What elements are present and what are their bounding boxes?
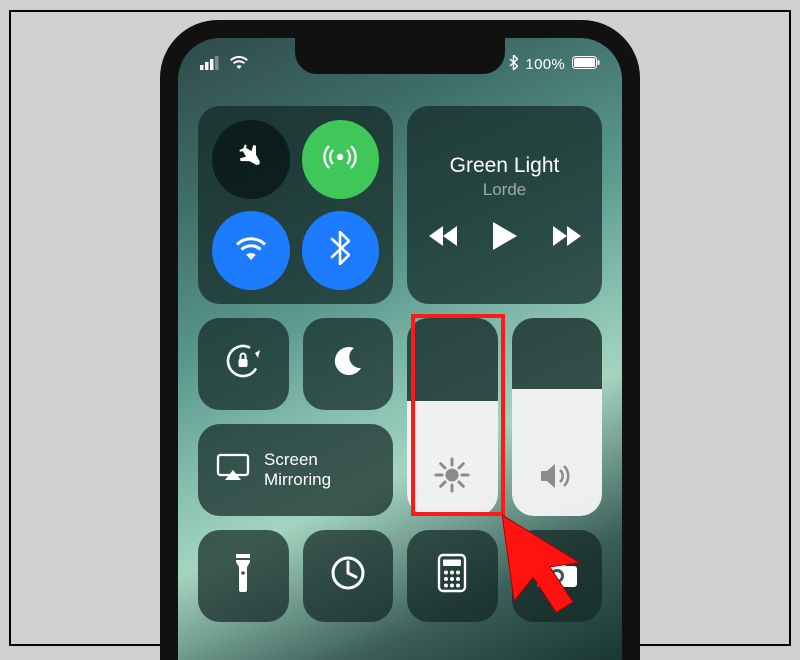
wifi-toggle[interactable]: [212, 211, 290, 290]
bluetooth-status-icon: [509, 55, 518, 74]
calculator-button[interactable]: [407, 530, 498, 622]
cellular-data-toggle[interactable]: [302, 120, 380, 199]
bluetooth-icon: [330, 231, 350, 270]
annotation-arrow: [501, 502, 611, 637]
airplane-icon: [234, 140, 268, 179]
screen-mirroring-button[interactable]: Screen Mirroring: [198, 424, 393, 516]
airplay-icon: [216, 453, 250, 486]
cellular-signal-icon: [200, 56, 222, 74]
orientation-lock-toggle[interactable]: [198, 318, 289, 410]
now-playing-title: Green Light: [450, 154, 560, 178]
wifi-status-icon: [229, 56, 249, 74]
image-frame: 100%: [9, 10, 791, 646]
orientation-lock-icon: [222, 340, 264, 387]
speaker-icon: [538, 459, 576, 498]
battery-percent: 100%: [525, 56, 565, 73]
flashlight-icon: [232, 552, 254, 599]
do-not-disturb-toggle[interactable]: [303, 318, 394, 410]
moon-icon: [331, 344, 365, 383]
screen-mirroring-label: Screen Mirroring: [264, 450, 331, 489]
now-playing-tile[interactable]: Green Light Lorde: [407, 106, 602, 304]
brightness-slider[interactable]: [407, 318, 498, 516]
airplane-mode-toggle[interactable]: [212, 120, 290, 199]
next-track-button[interactable]: [551, 225, 581, 252]
battery-icon: [572, 56, 600, 73]
connectivity-group[interactable]: [198, 106, 393, 304]
volume-slider[interactable]: [512, 318, 603, 516]
play-button[interactable]: [493, 222, 517, 255]
previous-track-button[interactable]: [429, 225, 459, 252]
cellular-antenna-icon: [322, 139, 358, 180]
wifi-icon: [233, 234, 269, 267]
sun-icon: [434, 457, 470, 498]
notch: [295, 38, 505, 74]
calculator-icon: [437, 553, 467, 598]
timer-icon: [328, 553, 368, 598]
now-playing-artist: Lorde: [483, 180, 526, 200]
bluetooth-toggle[interactable]: [302, 211, 380, 290]
flashlight-button[interactable]: [198, 530, 289, 622]
timer-button[interactable]: [303, 530, 394, 622]
